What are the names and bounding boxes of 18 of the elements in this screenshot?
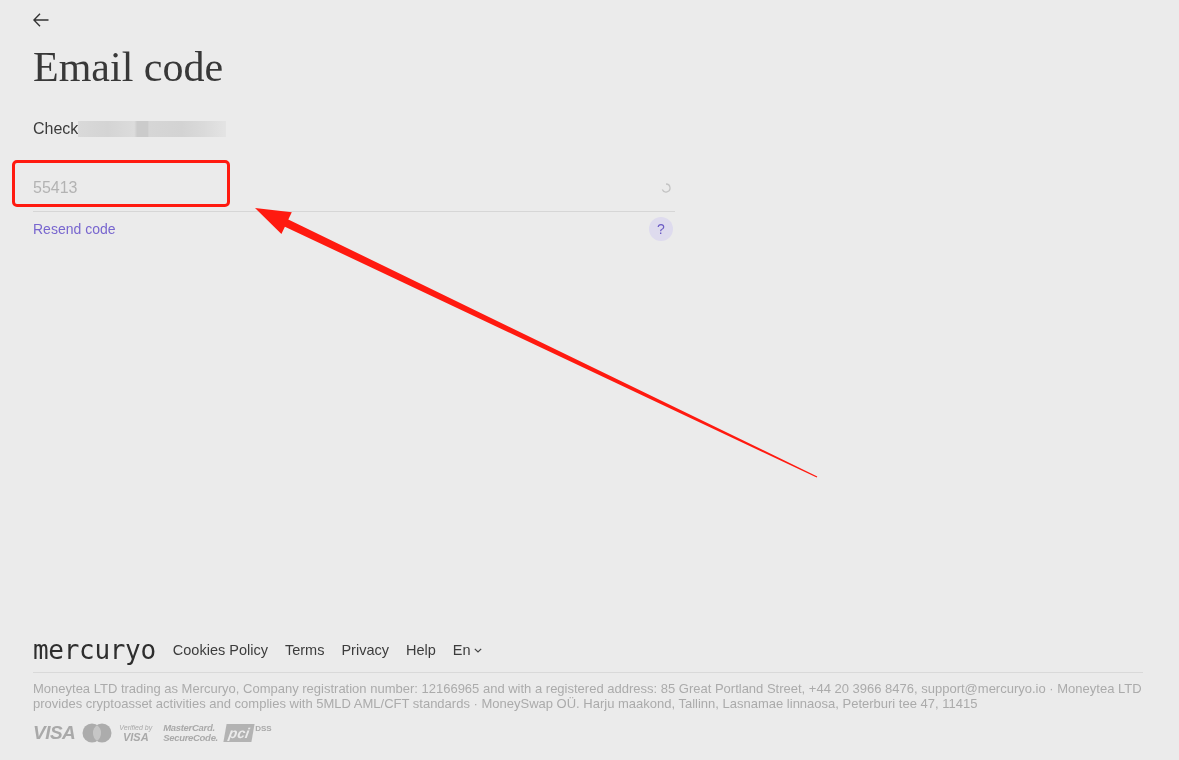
page-title: Email code (33, 43, 224, 92)
footer-link[interactable]: Privacy (341, 641, 389, 659)
back-arrow-icon (33, 13, 49, 27)
visa-logo: VISA (33, 723, 76, 743)
resend-code-link[interactable]: Resend code (33, 220, 116, 238)
legal-text: Moneytea LTD trading as Mercuryo, Company registration number: 12166965 and with a registered address: 85 Great Portland Street, +44 20 3966 8476, support@mercuryo.io · Moneytea LTD provides cryptoasset activities and complies with 5MLD AML/CFT standards · MoneySwap OÜ. Harju maakond, Tallinn, Lasnamae linnaosa, Peterburi tee 47, 11415 (33, 681, 1143, 711)
chevron-down-icon (473, 647, 482, 653)
mastercard-circles-icon (82, 723, 113, 743)
footer-link[interactable]: Terms (284, 641, 325, 659)
language-selector[interactable]: En (452, 641, 482, 659)
pci-dss-logo: pci DSS (224, 724, 272, 742)
back-button[interactable] (33, 13, 49, 27)
securecode-logo: MasterCard. SecureCode. (163, 723, 218, 743)
help-button[interactable]: ? (649, 217, 673, 241)
footer-link[interactable]: Help (405, 641, 436, 659)
check-label: Check (33, 119, 79, 139)
footer-link[interactable]: Cookies Policy (172, 641, 268, 659)
brand-logo: mercuryo (33, 636, 156, 664)
